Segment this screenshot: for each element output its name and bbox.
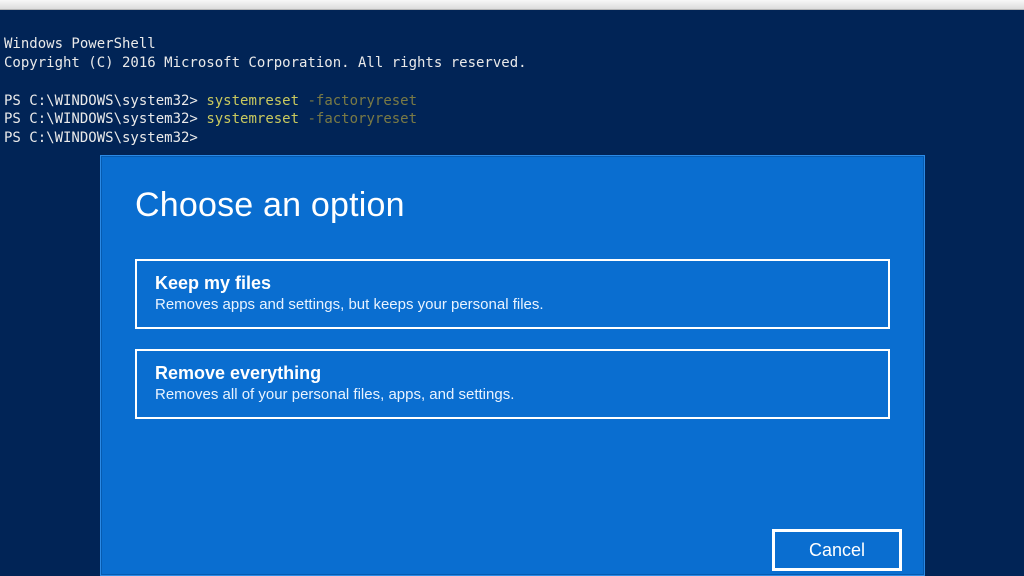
prompt: PS C:\WINDOWS\system32> xyxy=(4,111,198,127)
option-title: Remove everything xyxy=(155,363,870,384)
cancel-button[interactable]: Cancel xyxy=(772,529,902,571)
prompt: PS C:\WINDOWS\system32> xyxy=(4,130,198,146)
command-flag: -factoryreset xyxy=(307,93,417,109)
system-reset-dialog: Choose an option Keep my files Removes a… xyxy=(100,155,925,576)
dialog-title: Choose an option xyxy=(135,186,890,225)
prompt: PS C:\WINDOWS\system32> xyxy=(4,93,198,109)
window-titlebar xyxy=(0,0,1024,10)
option-title: Keep my files xyxy=(155,273,870,294)
command: systemreset xyxy=(206,93,299,109)
terminal-banner-line: Copyright (C) 2016 Microsoft Corporation… xyxy=(4,55,527,71)
option-keep-my-files[interactable]: Keep my files Removes apps and settings,… xyxy=(135,259,890,329)
command: systemreset xyxy=(206,111,299,127)
terminal-banner-line: Windows PowerShell xyxy=(4,36,156,52)
powershell-terminal[interactable]: Windows PowerShell Copyright (C) 2016 Mi… xyxy=(0,10,1024,158)
command-flag: -factoryreset xyxy=(307,111,417,127)
option-description: Removes all of your personal files, apps… xyxy=(155,386,870,403)
option-remove-everything[interactable]: Remove everything Removes all of your pe… xyxy=(135,349,890,419)
option-description: Removes apps and settings, but keeps you… xyxy=(155,296,870,313)
